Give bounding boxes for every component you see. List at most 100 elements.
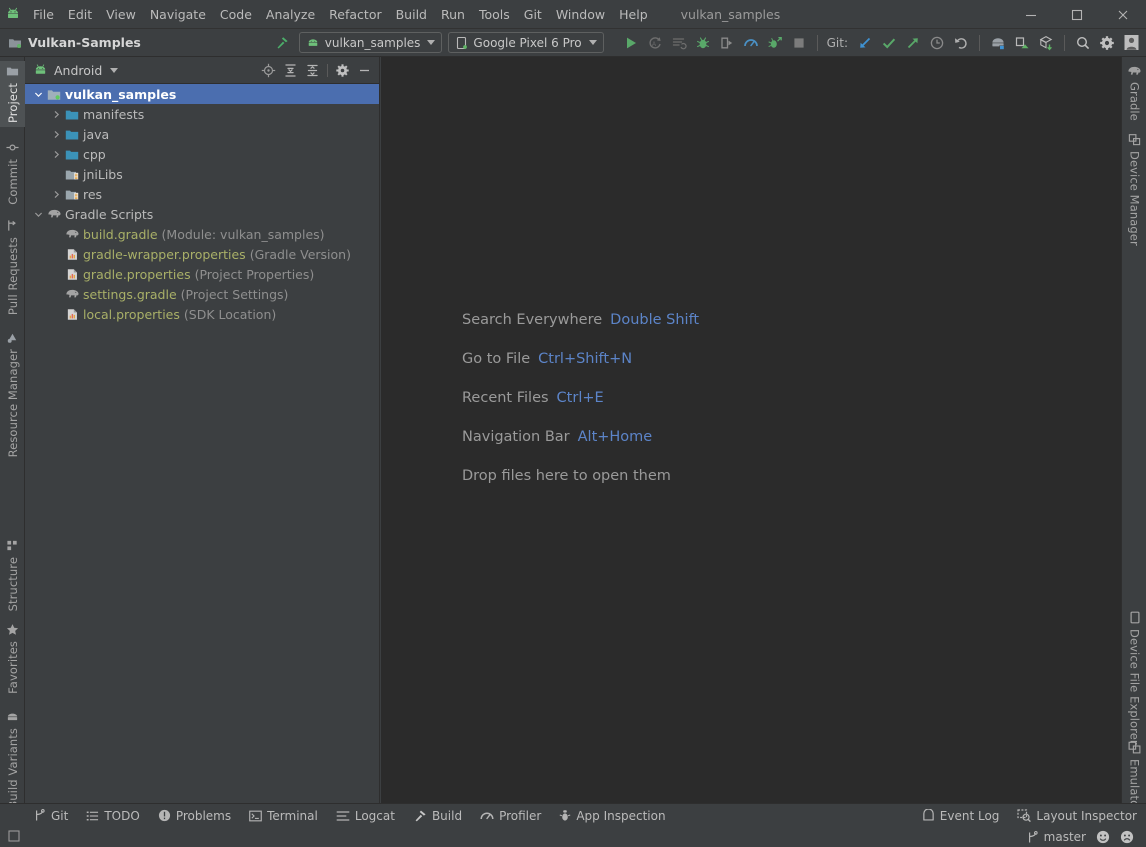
stop-button[interactable] — [788, 32, 810, 54]
apply-changes-button[interactable]: A — [644, 32, 666, 54]
tool-tab-favorites[interactable]: Favorites — [0, 619, 25, 698]
menu-build[interactable]: Build — [389, 4, 434, 25]
menu-window[interactable]: Window — [549, 4, 612, 25]
user-avatar-button[interactable] — [1120, 32, 1142, 54]
tree-node-manifests[interactable]: manifests — [25, 104, 379, 124]
status-item-label: App Inspection — [576, 809, 665, 823]
status-app-inspection[interactable]: App Inspection — [550, 804, 674, 828]
menu-file[interactable]: File — [26, 4, 61, 25]
status-item-label: Git — [51, 809, 68, 823]
status-todo[interactable]: TODO — [77, 804, 148, 828]
status-event-log[interactable]: Event Log — [913, 804, 1009, 828]
smiley-sad-icon[interactable] — [1120, 830, 1134, 844]
gradle-sync-button[interactable] — [1035, 32, 1057, 54]
menu-help[interactable]: Help — [612, 4, 655, 25]
svg-text:A: A — [652, 42, 656, 48]
tool-tab-structure[interactable]: Structure — [0, 535, 25, 615]
logcat-icon — [336, 810, 350, 822]
status-problems[interactable]: Problems — [149, 804, 240, 828]
menu-edit[interactable]: Edit — [61, 4, 99, 25]
run-button[interactable] — [620, 32, 642, 54]
chevron-right-icon[interactable] — [49, 130, 63, 139]
tool-tab-device-manager[interactable]: Device Manager — [1122, 129, 1146, 250]
tool-tab-commit[interactable]: Commit — [0, 137, 25, 209]
status-build[interactable]: Build — [404, 804, 471, 828]
tool-tab-device-file-explorer[interactable]: Device File Explorer — [1122, 607, 1146, 749]
menu-view[interactable]: View — [99, 4, 143, 25]
status-logcat[interactable]: Logcat — [327, 804, 404, 828]
status-git[interactable]: Git — [25, 804, 77, 828]
tree-node-settings-gradle[interactable]: settings.gradle(Project Settings) — [25, 284, 379, 304]
settings-gear-button[interactable] — [1096, 32, 1118, 54]
tree-node-label: manifests — [83, 107, 144, 122]
resource-manager-icon — [6, 331, 19, 344]
tree-node-subtitle: (SDK Location) — [184, 307, 276, 322]
tree-node-label: gradle-wrapper.properties — [83, 247, 246, 262]
tree-node-vulkan-samples[interactable]: vulkan_samples — [25, 84, 379, 104]
tool-tab-build-variants[interactable]: Build Variants — [0, 707, 25, 813]
project-tool-window: Android — [25, 57, 380, 803]
gradle-elephant-icon — [1127, 65, 1142, 77]
menu-refactor[interactable]: Refactor — [322, 4, 388, 25]
menu-tools[interactable]: Tools — [472, 4, 517, 25]
minimize-button[interactable] — [1008, 0, 1054, 29]
status-terminal[interactable]: Terminal — [240, 804, 327, 828]
resize-grip-icon[interactable] — [8, 830, 21, 843]
chevron-down-icon[interactable] — [31, 210, 45, 219]
tree-node-local-properties[interactable]: local.properties(SDK Location) — [25, 304, 379, 324]
chevron-down-icon[interactable] — [31, 90, 45, 99]
menu-git[interactable]: Git — [517, 4, 549, 25]
menu-run[interactable]: Run — [434, 4, 472, 25]
editor-empty-state[interactable]: Search EverywhereDouble ShiftGo to FileC… — [381, 57, 1121, 803]
debug-bug-button[interactable] — [692, 32, 714, 54]
menu-code[interactable]: Code — [213, 4, 259, 25]
attach-debugger-button[interactable] — [716, 32, 738, 54]
status-profiler[interactable]: Profiler — [471, 804, 550, 828]
tree-node-java[interactable]: java — [25, 124, 379, 144]
tree-node-build-gradle[interactable]: build.gradle(Module: vulkan_samples) — [25, 224, 379, 244]
locate-target-icon[interactable] — [258, 60, 279, 81]
panel-settings-gear-icon[interactable] — [332, 60, 353, 81]
tool-tab-resource-manager[interactable]: Resource Manager — [0, 327, 25, 461]
update-project-button[interactable] — [854, 32, 876, 54]
avd-manager-button[interactable] — [987, 32, 1009, 54]
android-studio-window: FileEditViewNavigateCodeAnalyzeRefactorB… — [0, 0, 1146, 847]
status-layout-inspector[interactable]: Layout Inspector — [1008, 804, 1146, 828]
collapse-all-icon[interactable] — [302, 60, 323, 81]
menu-analyze[interactable]: Analyze — [259, 4, 322, 25]
tool-tab-project[interactable]: Project — [0, 61, 25, 127]
project-view-selector[interactable]: Android — [33, 63, 118, 78]
expand-all-icon[interactable] — [280, 60, 301, 81]
status-item-label: Layout Inspector — [1036, 809, 1137, 823]
sdk-manager-button[interactable] — [1011, 32, 1033, 54]
undo-button[interactable] — [950, 32, 972, 54]
git-branch-indicator[interactable]: master — [1027, 830, 1086, 844]
push-button[interactable] — [902, 32, 924, 54]
chevron-right-icon[interactable] — [49, 110, 63, 119]
tool-tab-gradle[interactable]: Gradle — [1122, 61, 1146, 125]
close-button[interactable] — [1100, 0, 1146, 29]
search-button[interactable] — [1072, 32, 1094, 54]
profiler-speedometer-button[interactable] — [740, 32, 762, 54]
tree-node-cpp[interactable]: cpp — [25, 144, 379, 164]
commit-button[interactable] — [878, 32, 900, 54]
run-configuration-selector[interactable]: vulkan_samples — [299, 32, 443, 53]
tree-node-jnilibs[interactable]: jniLibs — [25, 164, 379, 184]
menu-navigate[interactable]: Navigate — [143, 4, 213, 25]
tree-node-gradle-scripts[interactable]: Gradle Scripts — [25, 204, 379, 224]
device-selector[interactable]: Google Pixel 6 Pro — [448, 32, 603, 53]
apply-code-changes-button[interactable] — [668, 32, 690, 54]
maximize-button[interactable] — [1054, 0, 1100, 29]
history-clock-button[interactable] — [926, 32, 948, 54]
chevron-right-icon[interactable] — [49, 190, 63, 199]
tree-node-res[interactable]: res — [25, 184, 379, 204]
run-with-coverage-button[interactable] — [764, 32, 786, 54]
android-app-icon — [306, 37, 320, 49]
tree-node-gradle-properties[interactable]: gradle.properties(Project Properties) — [25, 264, 379, 284]
smiley-happy-icon[interactable] — [1096, 830, 1110, 844]
tool-tab-pull-requests[interactable]: Pull Requests — [0, 215, 25, 319]
tree-node-gradle-wrapper-properties[interactable]: gradle-wrapper.properties(Gradle Version… — [25, 244, 379, 264]
hide-panel-minimize-icon[interactable] — [354, 60, 375, 81]
chevron-right-icon[interactable] — [49, 150, 63, 159]
build-hammer-icon[interactable] — [271, 32, 293, 54]
